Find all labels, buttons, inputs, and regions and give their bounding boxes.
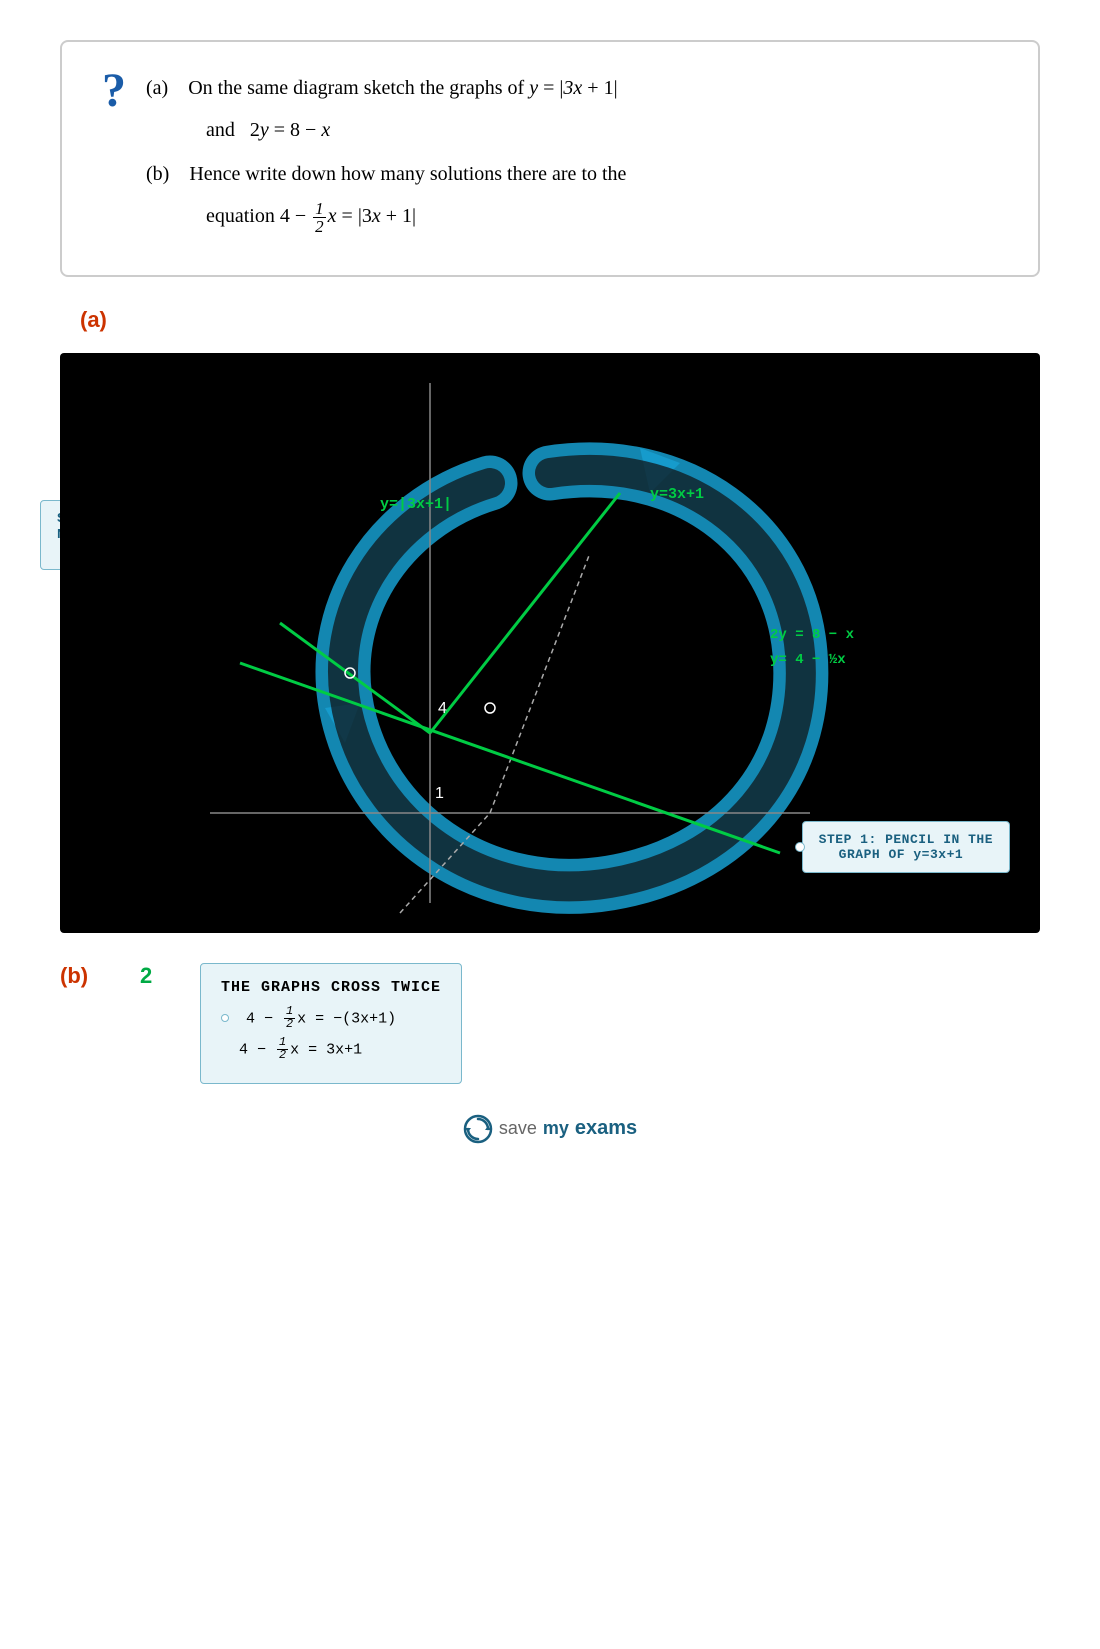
- part-a-label: (a): [80, 307, 1100, 333]
- label-4: 4: [438, 700, 447, 717]
- label-2y-eq: 2y = 8 − x: [770, 627, 855, 643]
- step1-box: STEP 1: PENCIL IN THE GRAPH OF y=3x+1: [802, 821, 1010, 873]
- footer-logo: savemyexams: [463, 1114, 637, 1144]
- dot-icon: [221, 1014, 229, 1022]
- line-2y: [240, 663, 780, 853]
- solution-eq1: 4 − 12x = −(3x+1): [221, 1006, 441, 1031]
- label-1: 1: [435, 785, 444, 802]
- cross-twice-text: THE GRAPHS CROSS TWICE: [221, 979, 441, 996]
- intersection-2: [485, 703, 495, 713]
- label-3x1: y=3x+1: [650, 486, 704, 503]
- label-y4-eq: y= 4 − ½x: [770, 652, 846, 668]
- footer-my-text: my: [543, 1118, 569, 1139]
- question-icon: ?: [102, 67, 126, 115]
- part-b-label: (b): [60, 963, 110, 989]
- part-b-section: (b) 2 THE GRAPHS CROSS TWICE 4 − 12x = −…: [60, 963, 1040, 1084]
- footer: savemyexams: [0, 1114, 1100, 1144]
- question-box: ? (a) On the same diagram sketch the gra…: [60, 40, 1040, 277]
- part-b-answer: 2: [140, 963, 170, 989]
- abs-right-arm: [430, 493, 620, 733]
- part-b-eq: equation 4 − 12x = |3x + 1|: [206, 200, 998, 235]
- graph-area: 4 1 y=|3x+1| y=3x+1 2y = 8 − x y= 4 − ½x…: [60, 353, 1040, 933]
- footer-exams-text: exams: [575, 1117, 637, 1140]
- footer-icon: [463, 1114, 493, 1144]
- part-a-question: (a) On the same diagram sketch the graph…: [146, 72, 998, 104]
- part-b-question: (b) Hence write down how many solutions …: [146, 158, 998, 190]
- solution-eq2: 4 − 12x = 3x+1: [221, 1037, 441, 1062]
- blue-swirl: [325, 448, 801, 886]
- question-content: (a) On the same diagram sketch the graph…: [146, 72, 998, 245]
- solution-box: THE GRAPHS CROSS TWICE 4 − 12x = −(3x+1)…: [200, 963, 462, 1084]
- label-abs-graph: y=|3x+1|: [380, 496, 452, 513]
- part-a-eq2: and 2y = 8 − x: [206, 114, 998, 146]
- footer-save-text: save: [499, 1118, 537, 1139]
